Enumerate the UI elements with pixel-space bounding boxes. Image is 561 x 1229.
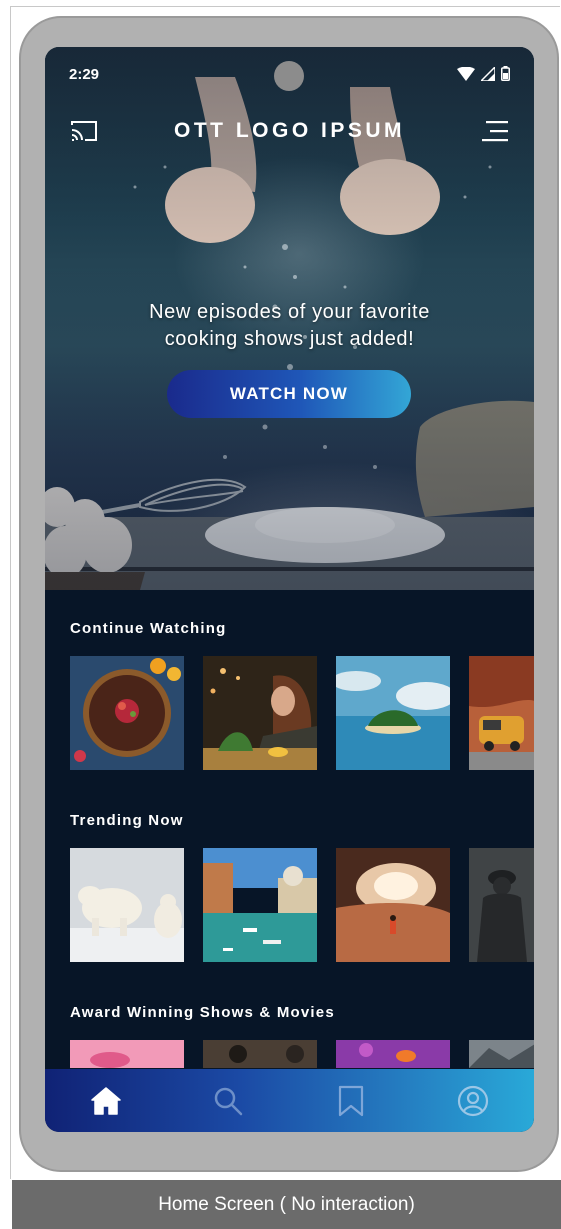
screen-caption: Home Screen ( No interaction) <box>12 1180 561 1229</box>
thumbnail-orange-van-desert[interactable] <box>469 656 534 770</box>
app-logo: OTT LOGO IPSUM <box>174 119 405 142</box>
thumbnail-woman-at-cafe-table[interactable] <box>203 656 317 770</box>
chocolate-tart-image <box>70 656 184 770</box>
bottom-navigation <box>45 1069 534 1132</box>
watch-now-button[interactable]: WATCH NOW <box>167 370 411 418</box>
front-camera <box>274 61 304 91</box>
hero-headline: New episodes of your favorite cooking sh… <box>85 299 494 353</box>
nav-search[interactable] <box>198 1076 258 1126</box>
venice-canal-image <box>203 848 317 962</box>
thumbnail-dark-interior-couple[interactable] <box>203 1040 317 1068</box>
status-icons <box>457 66 510 81</box>
hero-headline-line1: New episodes of your favorite <box>149 301 430 323</box>
nav-bookmarks[interactable] <box>321 1076 381 1126</box>
signal-icon <box>481 66 495 81</box>
tropical-island-image <box>336 656 450 770</box>
mountain-landscape-image <box>469 1040 534 1068</box>
hero-headline-line2: cooking shows just added! <box>164 328 415 350</box>
search-icon <box>215 1087 243 1115</box>
thumbnail-venice-canal[interactable] <box>203 848 317 962</box>
status-bar: 2:29 <box>45 47 534 103</box>
hero-banner-image: 2:29 OTT LOGO IPSUM New episodes of your… <box>45 47 534 590</box>
top-navigation: OTT LOGO IPSUM <box>45 113 534 153</box>
shadowy-figure-image <box>469 848 534 962</box>
section-title-trending-now: Trending Now <box>70 812 184 829</box>
pink-flamingos-image <box>70 1040 184 1068</box>
section-title-continue-watching: Continue Watching <box>70 620 227 637</box>
thumbnail-coral-reef-fish[interactable] <box>336 1040 450 1068</box>
screen-caption-text: Home Screen ( No interaction) <box>158 1193 415 1215</box>
thumbnail-shadowy-figure[interactable] <box>469 848 534 962</box>
content-rails: Continue Watching Trending Now Award Win… <box>45 590 534 1070</box>
wifi-icon <box>457 66 475 81</box>
hamburger-menu-icon <box>482 121 508 142</box>
nav-home[interactable] <box>76 1076 136 1126</box>
thumbnail-mountain-landscape[interactable] <box>469 1040 534 1068</box>
dark-interior-image <box>203 1040 317 1068</box>
section-title-award-winning: Award Winning Shows & Movies <box>70 1004 335 1021</box>
thumbnail-pink-flamingos[interactable] <box>70 1040 184 1068</box>
phone-screen: 2:29 OTT LOGO IPSUM New episodes of your… <box>45 47 534 1132</box>
coral-reef-image <box>336 1040 450 1068</box>
bookmark-icon <box>338 1085 363 1116</box>
woman-at-cafe-image <box>203 656 317 770</box>
thumbnail-tropical-island[interactable] <box>336 656 450 770</box>
profile-icon <box>457 1085 488 1116</box>
trending-now-row <box>70 848 534 962</box>
thumbnail-cave-explorer[interactable] <box>336 848 450 962</box>
cave-explorer-image <box>336 848 450 962</box>
menu-button[interactable] <box>480 119 510 147</box>
polar-bears-image <box>70 848 184 962</box>
thumbnail-polar-bears[interactable] <box>70 848 184 962</box>
orange-van-image <box>469 656 534 770</box>
continue-watching-row <box>70 656 534 770</box>
status-time: 2:29 <box>69 66 100 83</box>
thumbnail-chocolate-tart[interactable] <box>70 656 184 770</box>
battery-icon <box>501 66 510 81</box>
home-icon <box>91 1086 121 1115</box>
nav-profile[interactable] <box>443 1076 503 1126</box>
